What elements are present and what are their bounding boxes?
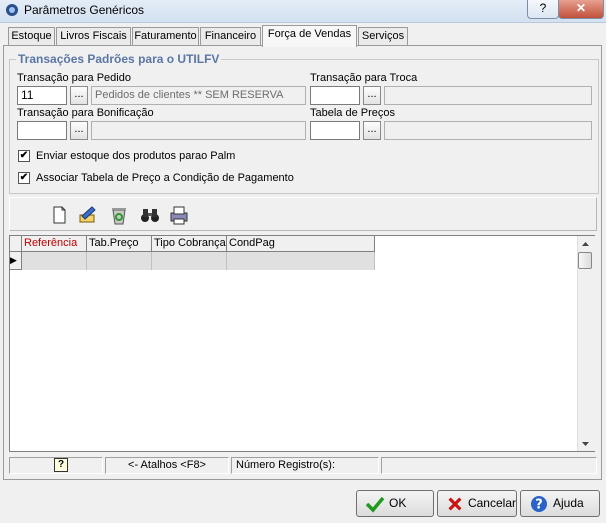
scroll-up-arrow-icon[interactable]: [580, 239, 591, 248]
grid-cell[interactable]: [227, 252, 375, 270]
pedido-description: Pedidos de clientes ** SEM RESERVA: [91, 86, 306, 105]
status-extra-cell: [381, 457, 597, 474]
help-icon[interactable]: ?: [54, 458, 68, 472]
pedido-lookup-button[interactable]: ...: [70, 86, 88, 105]
column-header-condpag[interactable]: CondPag: [227, 236, 375, 252]
column-header-tipo-cobranca[interactable]: Tipo Cobrança: [152, 236, 227, 252]
print-icon[interactable]: [168, 204, 190, 226]
window-title: Parâmetros Genéricos: [24, 3, 145, 17]
check-icon: [365, 496, 385, 513]
tabela-precos-description: [384, 121, 592, 140]
svg-text:?: ?: [535, 497, 543, 512]
help-title-button[interactable]: ?: [527, 0, 559, 19]
troca-description: [384, 86, 592, 105]
atalhos-status[interactable]: <- Atalhos <F8>: [105, 457, 229, 474]
column-header-referencia[interactable]: Referência: [22, 236, 87, 252]
row-indicator: ▶: [10, 252, 22, 270]
close-button[interactable]: ✕: [558, 0, 604, 19]
bonificacao-description: [91, 121, 306, 140]
tab-livros-fiscais[interactable]: Livros Fiscais: [56, 27, 131, 45]
ok-button[interactable]: OK: [356, 490, 434, 517]
tab-financeiro[interactable]: Financeiro: [200, 27, 261, 45]
grid-cell[interactable]: [152, 252, 227, 270]
associar-tabela-label: Associar Tabela de Preço a Condição de P…: [36, 172, 294, 184]
enviar-estoque-checkbox[interactable]: ✔: [18, 150, 30, 162]
new-document-icon[interactable]: [48, 204, 70, 226]
grid-corner: [10, 236, 22, 252]
associar-tabela-checkbox[interactable]: ✔: [18, 172, 30, 184]
scroll-down-arrow-icon[interactable]: [580, 440, 591, 449]
app-icon: [6, 4, 18, 16]
tabela-precos-lookup-button[interactable]: ...: [363, 121, 381, 140]
scroll-thumb[interactable]: [578, 252, 592, 269]
tab-estoque[interactable]: Estoque: [8, 27, 55, 45]
group-title: Transações Padrões para o UTILFV: [16, 52, 222, 66]
column-header-tab-preco[interactable]: Tab.Preço: [87, 236, 152, 252]
troca-code-input[interactable]: [310, 86, 360, 105]
tab-forca-de-vendas[interactable]: Força de Vendas: [262, 25, 357, 47]
registro-status: Número Registro(s):: [231, 457, 379, 474]
edit-icon[interactable]: [77, 204, 99, 226]
help-button[interactable]: ? Ajuda: [520, 490, 600, 517]
bonificacao-code-input[interactable]: [17, 121, 67, 140]
tab-faturamento[interactable]: Faturamento: [132, 27, 199, 45]
question-icon: ?: [531, 495, 547, 512]
bonificacao-lookup-button[interactable]: ...: [70, 121, 88, 140]
recycle-bin-icon[interactable]: [108, 204, 130, 226]
tabela-precos-label: Tabela de Preços: [310, 107, 395, 119]
binoculars-icon[interactable]: [139, 204, 161, 226]
troca-label: Transação para Troca: [310, 72, 418, 84]
pedido-label: Transação para Pedido: [17, 72, 131, 84]
tabela-precos-code-input[interactable]: [310, 121, 360, 140]
ok-label: OK: [389, 496, 407, 510]
help-label: Ajuda: [553, 496, 584, 510]
grid-cell[interactable]: [87, 252, 152, 270]
cancel-label: Cancelar: [467, 496, 516, 510]
enviar-estoque-label: Enviar estoque dos produtos parao Palm: [36, 150, 236, 162]
bonificacao-label: Transação para Bonificação: [17, 107, 154, 119]
troca-lookup-button[interactable]: ...: [363, 86, 381, 105]
pedido-code-input[interactable]: 11: [17, 86, 67, 105]
grid-cell[interactable]: [22, 252, 87, 270]
tab-servicos[interactable]: Serviços: [358, 27, 408, 45]
cross-icon: [448, 496, 462, 511]
cancel-button[interactable]: Cancelar: [437, 490, 517, 517]
